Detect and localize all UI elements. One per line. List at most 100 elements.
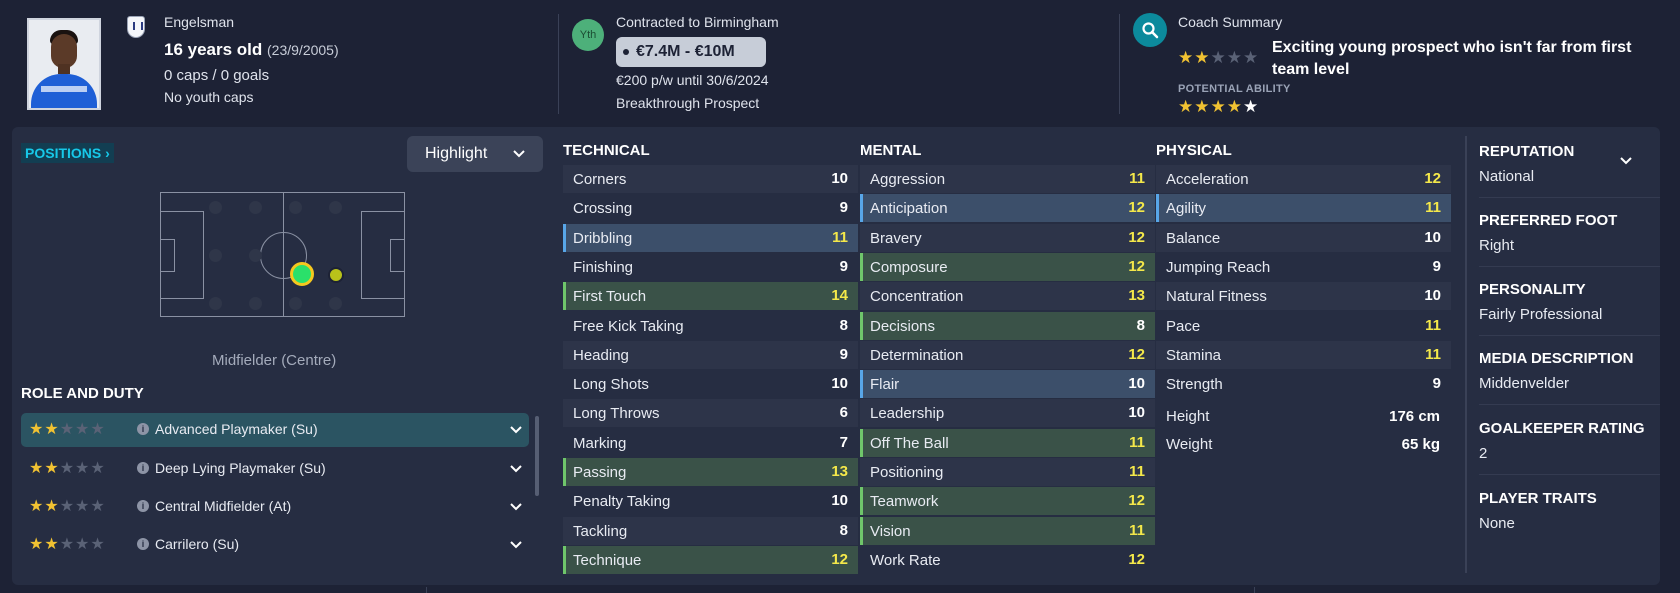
info-icon[interactable]: i [137,462,149,474]
role-row[interactable]: ★ ★ ★ ★ ★ i Central Midfielder (At) [21,490,529,524]
physical-attribute-row[interactable]: Strength 9 [1156,370,1451,399]
role-row[interactable]: ★ ★ ★ ★ ★ i Deep Lying Playmaker (Su) [21,452,529,486]
chevron-down-icon[interactable] [509,460,523,483]
potential-ability-stars: ★ ★ ★ ★ ★ [1178,97,1259,116]
attribute-name: Technique [573,551,642,569]
bottom-strip [0,587,1680,593]
attribute-value: 12 [1128,228,1145,246]
chevron-down-icon[interactable] [509,498,523,521]
attribute-name: Aggression [870,171,946,188]
attribute-value: 12 [1128,345,1145,363]
technical-attribute-row[interactable]: Free Kick Taking 8 [563,311,858,340]
attribute-name: Teamwork [870,493,939,511]
mental-attribute-row[interactable]: Composure 12 [860,252,1155,281]
media-description-label: MEDIA DESCRIPTION [1479,350,1634,367]
attribute-value: 8 [1136,316,1145,334]
physical-heading: PHYSICAL [1156,142,1232,159]
goalkeeper-rating-block: GOALKEEPER RATING 2 [1479,420,1660,462]
attribute-value: 11 [1129,170,1145,187]
player-photo [27,18,101,110]
mental-attribute-row[interactable]: Anticipation 12 [860,194,1155,223]
mental-attribute-row[interactable]: Work Rate 12 [860,545,1155,574]
mental-attribute-row[interactable]: Flair 10 [860,370,1155,399]
info-icon[interactable]: i [137,500,149,512]
technical-attribute-row[interactable]: Passing 13 [563,458,858,486]
technical-attribute-row[interactable]: Dribbling 11 [563,223,858,252]
role-row[interactable]: ★ ★ ★ ★ ★ i Advanced Playmaker (Su) [21,413,529,447]
technical-attribute-row[interactable]: Tackling 8 [563,516,858,545]
media-description-value: Middenvelder [1479,375,1570,392]
primary-position-marker [290,262,314,286]
preferred-foot-block: PREFERRED FOOT Right [1479,212,1660,254]
chevron-down-icon[interactable] [509,421,523,444]
physical-attribute-row[interactable]: Stamina 11 [1156,340,1451,369]
media-description-block: MEDIA DESCRIPTION Middenvelder [1479,350,1660,392]
attribute-value: 9 [839,345,848,363]
attribute-name: Leadership [870,405,945,423]
attribute-value: 10 [1424,287,1441,305]
attribute-value: 13 [831,463,848,480]
role-row[interactable]: ★ ★ ★ ★ ★ i Carrilero (Su) [21,528,529,562]
attribute-name: Long Throws [573,405,660,423]
mental-attribute-row[interactable]: Bravery 12 [860,223,1155,252]
mental-attribute-row[interactable]: Vision 11 [860,516,1155,545]
attribute-value: 11 [1129,433,1145,451]
role-rating-stars: ★ ★ ★ ★ ★ [29,498,105,515]
technical-attribute-row[interactable]: Technique 12 [563,545,858,574]
personality-value: Fairly Professional [1479,306,1603,323]
attribute-name: Balance [1166,229,1221,247]
attribute-value: 12 [1128,492,1145,510]
attribute-value: 7 [839,433,848,451]
technical-attribute-row[interactable]: Corners 10 [563,165,858,193]
highlight-dropdown[interactable]: Highlight [407,136,543,172]
technical-attribute-row[interactable]: Penalty Taking 10 [563,487,858,516]
attribute-value: 9 [839,199,848,217]
weight-label: Weight [1166,436,1213,453]
current-ability-stars: ★ ★ ★ ★ ★ [1178,48,1259,67]
scout-report-search-icon[interactable] [1133,13,1167,47]
attribute-name: Dribbling [573,229,633,247]
technical-attribute-row[interactable]: Long Throws 6 [563,399,858,428]
mental-attribute-row[interactable]: Determination 12 [860,340,1155,369]
physical-attribute-row[interactable]: Jumping Reach 9 [1156,252,1451,281]
mental-attribute-row[interactable]: Concentration 13 [860,282,1155,311]
physical-attribute-row[interactable]: Balance 10 [1156,223,1451,252]
attribute-name: Concentration [870,288,964,306]
mental-attribute-row[interactable]: Positioning 11 [860,458,1155,486]
physical-attribute-row[interactable]: Agility 11 [1156,194,1451,223]
transfer-value[interactable]: €7.4M - €10M [616,37,766,67]
attribute-value: 11 [1425,199,1441,217]
mental-attribute-row[interactable]: Leadership 10 [860,399,1155,428]
chevron-down-icon[interactable] [509,536,523,559]
role-duty-heading: ROLE AND DUTY [21,385,144,402]
preferred-foot-label: PREFERRED FOOT [1479,212,1618,229]
technical-attribute-row[interactable]: Crossing 9 [563,194,858,223]
mental-attribute-row[interactable]: Off The Ball 11 [860,428,1155,457]
reputation-block[interactable]: REPUTATION National [1479,143,1660,185]
positions-button[interactable]: POSITIONS › [21,143,114,163]
player-traits-label: PLAYER TRAITS [1479,490,1597,507]
physical-attribute-row[interactable]: Natural Fitness 10 [1156,282,1451,311]
chevron-down-icon[interactable] [1619,153,1633,171]
coach-summary-title: Coach Summary [1178,14,1283,30]
technical-attribute-row[interactable]: Heading 9 [563,340,858,369]
personality-label: PERSONALITY [1479,281,1586,298]
info-icon[interactable]: i [137,538,149,550]
physical-attribute-row[interactable]: Acceleration 12 [1156,165,1451,193]
info-icon[interactable]: i [137,423,149,435]
mental-attribute-row[interactable]: Teamwork 12 [860,487,1155,516]
technical-attribute-row[interactable]: Long Shots 10 [563,370,858,399]
attribute-value: 10 [831,375,848,393]
attribute-name: Long Shots [573,376,649,394]
info-divider [1465,136,1467,573]
physical-attribute-row[interactable]: Pace 11 [1156,311,1451,340]
attribute-value: 10 [1424,228,1441,246]
roles-scrollbar[interactable] [535,416,539,496]
mental-attribute-row[interactable]: Aggression 11 [860,165,1155,193]
attribute-value: 8 [839,316,848,334]
technical-attribute-row[interactable]: Finishing 9 [563,252,858,281]
mental-attribute-row[interactable]: Decisions 8 [860,311,1155,340]
attribute-name: Positioning [870,464,944,481]
technical-attribute-row[interactable]: First Touch 14 [563,282,858,311]
technical-attribute-row[interactable]: Marking 7 [563,428,858,457]
